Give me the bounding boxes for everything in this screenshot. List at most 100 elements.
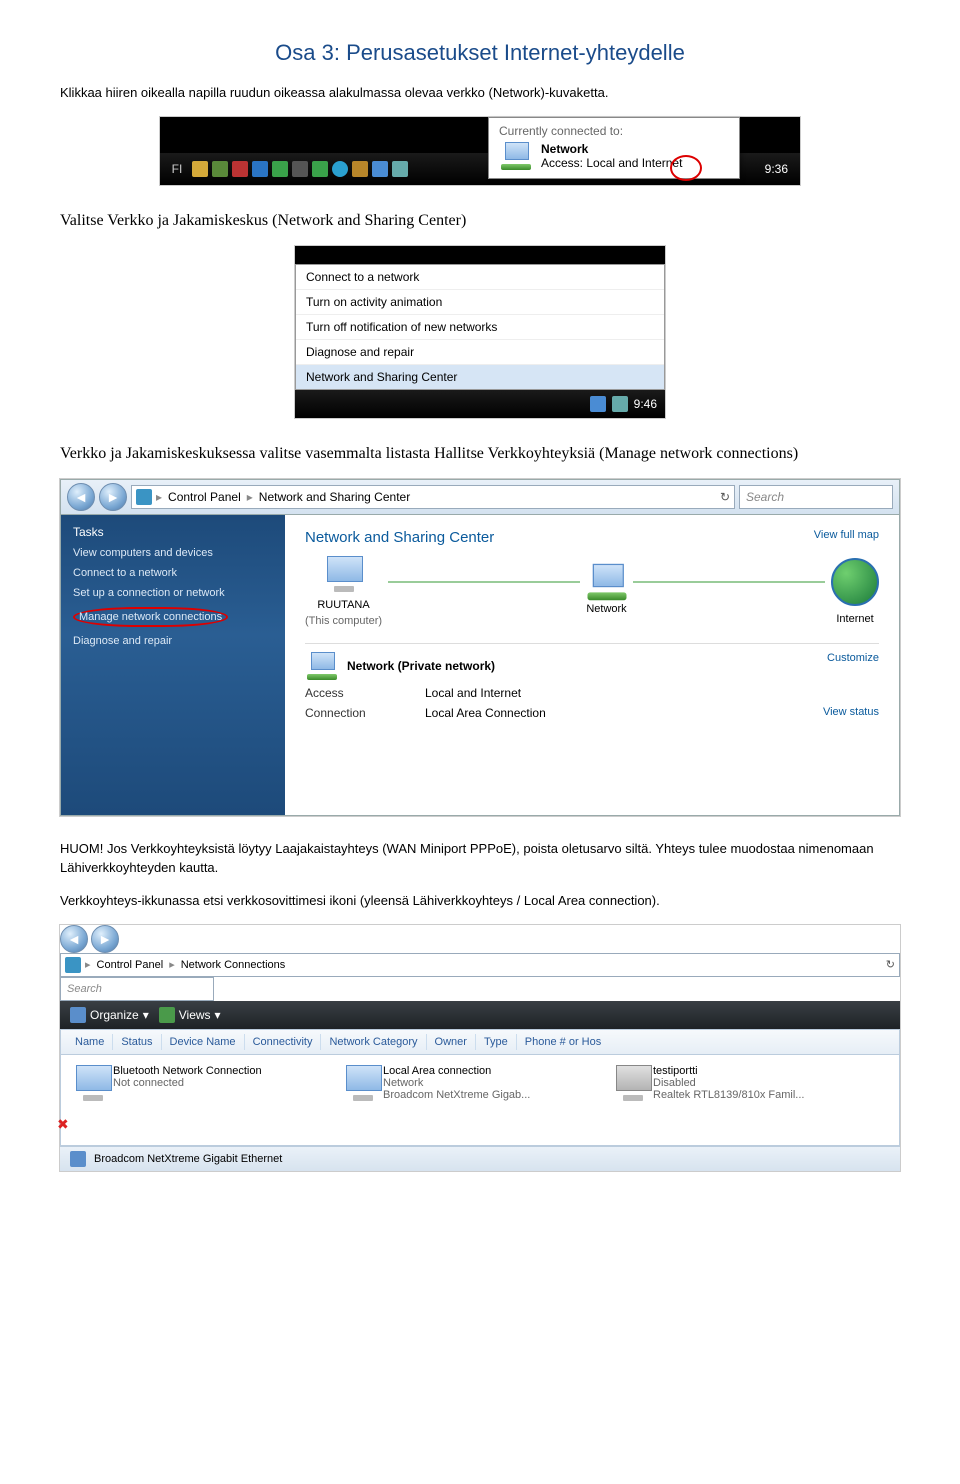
node-label: RUUTANA (305, 599, 382, 611)
control-panel-icon (65, 957, 81, 973)
screenshot-network-connections: ◄ ► ▸ Control Panel ▸ Network Connection… (60, 925, 900, 1171)
sidebar-item-manage[interactable]: Manage network connections (73, 607, 273, 627)
crumb-sharing-center[interactable]: Network and Sharing Center (257, 490, 412, 504)
connection-status: Disabled (653, 1077, 804, 1089)
network-map: RUUTANA (This computer) Network Internet (305, 556, 879, 627)
heading: Osa 3: Perusasetukset Internet-yhteydell… (60, 40, 900, 66)
organize-button[interactable]: Organize ▾ (70, 1007, 149, 1023)
tray-icon[interactable] (312, 161, 328, 177)
tray-icon[interactable] (212, 161, 228, 177)
connection-label: Connection (305, 706, 425, 720)
map-node-network: Network (586, 568, 626, 615)
taskbar: 9:46 (295, 390, 665, 418)
forward-button[interactable]: ► (91, 925, 119, 953)
breadcrumb-sep: ▸ (169, 958, 175, 971)
paragraph-1: Klikkaa hiiren oikealla napilla ruudun o… (60, 84, 900, 103)
globe-icon (831, 558, 879, 606)
connection-value: Local Area Connection (425, 706, 546, 720)
col-device[interactable]: Device Name (162, 1034, 245, 1050)
menu-item-notification-off[interactable]: Turn off notification of new networks (296, 315, 664, 340)
connection-device: Broadcom NetXtreme Gigab... (383, 1089, 530, 1101)
paragraph-4a: HUOM! Jos Verkkoyhteyksistä löytyy Laaja… (60, 840, 900, 878)
adapter-icon (70, 1151, 86, 1167)
crumb-control-panel[interactable]: Control Panel (166, 490, 243, 504)
connection-lan[interactable]: Local Area connection Network Broadcom N… (341, 1065, 591, 1135)
context-menu: Connect to a network Turn on activity an… (295, 264, 665, 390)
highlight-circle: Manage network connections (73, 607, 228, 627)
breadcrumb-sep: ▸ (85, 958, 91, 971)
menu-item-diagnose[interactable]: Diagnose and repair (296, 340, 664, 365)
back-button[interactable]: ◄ (60, 925, 88, 953)
tray-icon[interactable] (252, 161, 268, 177)
access-value: Local and Internet (425, 686, 521, 700)
taskbar-clock[interactable]: 9:46 (634, 397, 657, 411)
language-indicator[interactable]: FI (166, 162, 188, 176)
search-input[interactable]: Search (739, 485, 893, 509)
sidebar-item-connect[interactable]: Connect to a network (73, 567, 273, 579)
network-icon (305, 652, 339, 680)
connection-status: Not connected (113, 1077, 262, 1089)
tray-icon[interactable] (292, 161, 308, 177)
window-chrome: ◄ ► ▸ Control Panel ▸ Network Connection… (60, 925, 900, 1001)
tray-icon[interactable] (332, 161, 348, 177)
col-name[interactable]: Name (67, 1034, 113, 1050)
address-bar[interactable]: ▸ Control Panel ▸ Network and Sharing Ce… (131, 485, 735, 509)
menu-item-sharing-center[interactable]: Network and Sharing Center (296, 365, 664, 389)
lan-icon (341, 1065, 377, 1095)
views-button[interactable]: Views ▾ (159, 1007, 221, 1023)
screenshot-sharing-center: ◄ ► ▸ Control Panel ▸ Network and Sharin… (60, 479, 900, 816)
network-section: Customize Network (Private network) Acce… (305, 643, 879, 728)
volume-icon[interactable] (612, 396, 628, 412)
back-button[interactable]: ◄ (67, 483, 95, 511)
col-type[interactable]: Type (476, 1034, 517, 1050)
view-status-link[interactable]: View status (823, 706, 879, 720)
tooltip-header: Currently connected to: (499, 124, 729, 138)
highlight-circle (670, 155, 702, 181)
menu-item-animation-on[interactable]: Turn on activity animation (296, 290, 664, 315)
node-sublabel: (This computer) (305, 615, 382, 627)
tray-icon[interactable] (352, 161, 368, 177)
customize-link[interactable]: Customize (827, 652, 879, 664)
tray-icon[interactable] (232, 161, 248, 177)
connection-name: testiportti (653, 1065, 804, 1077)
crumb-network-connections[interactable]: Network Connections (179, 959, 288, 971)
tasks-sidebar: Tasks View computers and devices Connect… (61, 515, 285, 815)
map-node-computer: RUUTANA (This computer) (305, 556, 382, 627)
connections-list: ✖ Bluetooth Network Connection Not conne… (60, 1055, 900, 1146)
views-icon (159, 1007, 175, 1023)
sidebar-item-diagnose[interactable]: Diagnose and repair (73, 635, 273, 647)
tooltip-network-name: Network (541, 142, 682, 156)
col-status[interactable]: Status (113, 1034, 161, 1050)
connection-testiportti[interactable]: testiportti Disabled Realtek RTL8139/810… (611, 1065, 861, 1135)
taskbar-clock[interactable]: 9:36 (765, 162, 794, 176)
sidebar-item-view-computers[interactable]: View computers and devices (73, 547, 273, 559)
menu-item-connect[interactable]: Connect to a network (296, 265, 664, 290)
col-owner[interactable]: Owner (427, 1034, 476, 1050)
status-text: Broadcom NetXtreme Gigabit Ethernet (94, 1153, 282, 1165)
breadcrumb-sep: ▸ (247, 490, 253, 504)
tray-icon[interactable] (272, 161, 288, 177)
main-panel: View full map Network and Sharing Center… (285, 515, 899, 815)
network-tray-icon[interactable] (372, 161, 388, 177)
connection-name: Bluetooth Network Connection (113, 1065, 262, 1077)
forward-button[interactable]: ► (99, 483, 127, 511)
node-label: Network (586, 603, 626, 615)
tray-icon[interactable] (192, 161, 208, 177)
control-panel-icon (136, 489, 152, 505)
view-full-map-link[interactable]: View full map (814, 529, 879, 541)
col-phone[interactable]: Phone # or Hos (517, 1034, 609, 1050)
organize-icon (70, 1007, 86, 1023)
refresh-icon[interactable]: ↻ (886, 958, 895, 971)
volume-icon[interactable] (392, 161, 408, 177)
col-category[interactable]: Network Category (321, 1034, 426, 1050)
computer-icon (322, 556, 366, 592)
network-tray-icon[interactable] (590, 396, 606, 412)
connection-bluetooth[interactable]: ✖ Bluetooth Network Connection Not conne… (71, 1065, 321, 1135)
col-connectivity[interactable]: Connectivity (245, 1034, 322, 1050)
search-input[interactable]: Search (60, 977, 214, 1001)
address-bar[interactable]: ▸ Control Panel ▸ Network Connections ↻ (60, 953, 900, 977)
refresh-icon[interactable]: ↻ (720, 490, 730, 504)
crumb-control-panel[interactable]: Control Panel (95, 959, 166, 971)
network-name: Network (Private network) (347, 659, 495, 673)
sidebar-item-setup[interactable]: Set up a connection or network (73, 587, 273, 599)
